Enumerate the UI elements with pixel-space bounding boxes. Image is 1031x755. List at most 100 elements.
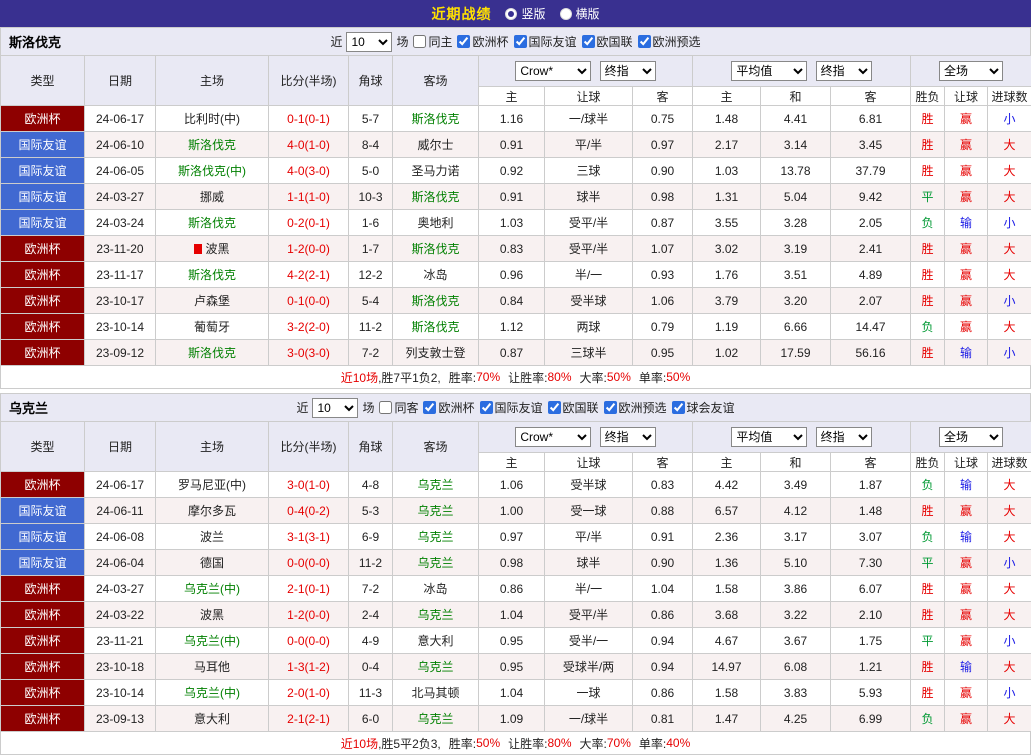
corner-score: 5-4	[349, 288, 393, 314]
odds-away: 0.95	[633, 340, 693, 366]
avg-draw-odds: 3.22	[761, 602, 831, 628]
result-goals: 小	[988, 680, 1031, 706]
full-score: 0-0(0-0)	[269, 550, 349, 576]
odds-source-select[interactable]: Crow*	[515, 61, 591, 81]
result-wdl: 胜	[911, 106, 945, 132]
away-team: 斯洛伐克	[393, 288, 479, 314]
full-score: 1-2(0-0)	[269, 236, 349, 262]
competition-checkbox[interactable]	[480, 401, 493, 414]
competition-type: 欧洲杯	[1, 472, 85, 498]
competition-checkbox[interactable]	[423, 401, 436, 414]
match-row: 国际友谊24-06-11摩尔多瓦0-4(0-2)5-3乌克兰1.00受一球0.8…	[1, 498, 1031, 524]
result-handicap: 赢	[945, 314, 988, 340]
competition-filter[interactable]: 欧洲预选	[638, 33, 701, 50]
result-handicap: 赢	[945, 184, 988, 210]
scope-select[interactable]: 全场	[939, 61, 1003, 81]
avg-home-odds: 1.48	[693, 106, 761, 132]
team-section-slovakia: 斯洛伐克 近 10 场 同主 欧洲杯国际友谊欧国联欧洲预选 类型 日期 主场 比…	[0, 27, 1031, 389]
odds-source-select[interactable]: Crow*	[515, 427, 591, 447]
handicap-line: 受半球	[545, 288, 633, 314]
avg-source-select[interactable]: 平均值	[731, 61, 807, 81]
avg-draw-odds: 4.25	[761, 706, 831, 732]
result-goals: 大	[988, 184, 1031, 210]
avg-draw-odds: 3.19	[761, 236, 831, 262]
handicap-line: 平/半	[545, 524, 633, 550]
avg-source-select[interactable]: 平均值	[731, 427, 807, 447]
away-team: 意大利	[393, 628, 479, 654]
corner-score: 10-3	[349, 184, 393, 210]
away-team: 乌克兰	[393, 706, 479, 732]
col-avg-draw: 和	[761, 87, 831, 106]
odds-final-select[interactable]: 终指	[600, 427, 656, 447]
competition-checkbox[interactable]	[457, 35, 470, 48]
match-table-body: 欧洲杯24-06-17比利时(中)0-1(0-1)5-7斯洛伐克1.16一/球半…	[1, 106, 1031, 366]
avg-home-odds: 1.47	[693, 706, 761, 732]
competition-filter[interactable]: 国际友谊	[480, 399, 543, 416]
result-goals: 小	[988, 550, 1031, 576]
full-score: 1-2(0-0)	[269, 602, 349, 628]
summary-text: 让胜率:	[508, 735, 547, 752]
odds-away: 0.81	[633, 706, 693, 732]
same-venue-checkbox[interactable]	[379, 401, 392, 414]
recent-label: 近	[330, 33, 342, 50]
odds-away: 0.91	[633, 524, 693, 550]
home-team: 波兰	[156, 524, 269, 550]
competition-checkbox[interactable]	[638, 35, 651, 48]
result-handicap: 输	[945, 524, 988, 550]
odds-away: 0.88	[633, 498, 693, 524]
home-team: 挪威	[156, 184, 269, 210]
competition-checkbox[interactable]	[604, 401, 617, 414]
handicap-line: 受平/半	[545, 210, 633, 236]
recent-count-select[interactable]: 10	[312, 398, 358, 418]
home-team: 斯洛伐克(中)	[156, 158, 269, 184]
competition-filter[interactable]: 欧洲预选	[604, 399, 667, 416]
match-row: 欧洲杯23-09-12斯洛伐克3-0(3-0)7-2列支敦士登0.87三球半0.…	[1, 340, 1031, 366]
avg-final-select[interactable]: 终指	[816, 61, 872, 81]
avg-final-select[interactable]: 终指	[816, 427, 872, 447]
handicap-line: 受平/半	[545, 236, 633, 262]
match-row: 国际友谊24-03-24斯洛伐克0-2(0-1)1-6奥地利1.03受平/半0.…	[1, 210, 1031, 236]
layout-radio-vertical[interactable]: 竖版	[505, 5, 545, 22]
result-wdl: 胜	[911, 602, 945, 628]
odds-final-select[interactable]: 终指	[600, 61, 656, 81]
avg-away-odds: 9.42	[831, 184, 911, 210]
competition-checkbox[interactable]	[514, 35, 527, 48]
scope-select[interactable]: 全场	[939, 427, 1003, 447]
layout-radio-horizontal[interactable]: 横版	[560, 5, 600, 22]
match-date: 24-03-27	[85, 576, 156, 602]
handicap-line: 受半球	[545, 472, 633, 498]
result-wdl: 胜	[911, 132, 945, 158]
competition-checkbox[interactable]	[672, 401, 685, 414]
competition-filter[interactable]: 球会友谊	[672, 399, 735, 416]
competition-filter[interactable]: 国际友谊	[514, 33, 577, 50]
avg-home-odds: 1.03	[693, 158, 761, 184]
same-venue-label: 同主	[428, 33, 452, 50]
home-team: 斯洛伐克	[156, 262, 269, 288]
games-label: 场	[396, 33, 408, 50]
home-team: 摩尔多瓦	[156, 498, 269, 524]
match-date: 23-10-18	[85, 654, 156, 680]
avg-draw-odds: 5.04	[761, 184, 831, 210]
odds-home: 0.95	[479, 654, 545, 680]
handicap-line: 受半/一	[545, 628, 633, 654]
competition-filter[interactable]: 欧国联	[548, 399, 599, 416]
away-team: 斯洛伐克	[393, 236, 479, 262]
summary-row: 近10场,胜5平2负3,胜率:50%让胜率:80%大率:70%单率:40%	[0, 732, 1031, 755]
summary-text: 近10场	[341, 369, 378, 386]
avg-away-odds: 7.30	[831, 550, 911, 576]
competition-filter[interactable]: 欧国联	[582, 33, 633, 50]
competition-filter[interactable]: 欧洲杯	[457, 33, 508, 50]
corner-score: 5-3	[349, 498, 393, 524]
same-venue-filter[interactable]: 同客	[379, 399, 418, 416]
competition-checkbox[interactable]	[548, 401, 561, 414]
page-title: 近期战绩	[431, 4, 491, 24]
competition-checkbox[interactable]	[582, 35, 595, 48]
competition-type: 欧洲杯	[1, 288, 85, 314]
same-venue-filter[interactable]: 同主	[413, 33, 452, 50]
same-venue-checkbox[interactable]	[413, 35, 426, 48]
recent-count-select[interactable]: 10	[346, 32, 392, 52]
home-team: 比利时(中)	[156, 106, 269, 132]
odds-away: 0.86	[633, 602, 693, 628]
col-date: 日期	[85, 422, 156, 472]
competition-filter[interactable]: 欧洲杯	[423, 399, 474, 416]
